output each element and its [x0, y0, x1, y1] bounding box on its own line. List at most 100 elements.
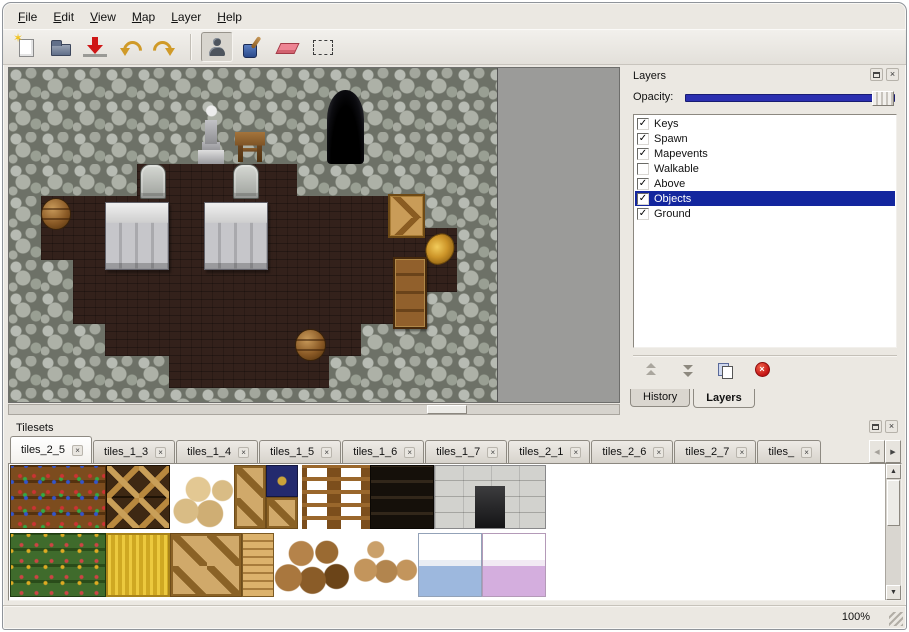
floor-tile[interactable]: [265, 292, 297, 324]
scroll-tabs-left-button[interactable]: ◀: [869, 440, 885, 463]
wall-tile[interactable]: [393, 388, 425, 402]
layer-row-objects[interactable]: ✓Objects: [635, 191, 895, 206]
wall-tile[interactable]: [9, 292, 41, 324]
wall-tile[interactable]: [9, 100, 41, 132]
floor-tile[interactable]: [105, 324, 137, 356]
wall-tile[interactable]: [425, 356, 457, 388]
floor-tile[interactable]: [201, 164, 233, 196]
tileset-item-shelf-dark[interactable]: [370, 465, 434, 529]
wall-tile[interactable]: [73, 388, 105, 402]
menu-item-view[interactable]: View: [83, 8, 123, 26]
floor-tile[interactable]: [265, 164, 297, 196]
scrollbar-thumb[interactable]: [427, 405, 467, 414]
tab-close-icon[interactable]: ×: [736, 447, 747, 458]
wall-tile[interactable]: [489, 196, 498, 228]
delete-layer-button[interactable]: ×: [750, 359, 774, 381]
tab-close-icon[interactable]: ×: [72, 445, 83, 456]
wall-tile[interactable]: [361, 356, 393, 388]
save-map-button[interactable]: [79, 32, 111, 62]
wall-tile[interactable]: [201, 388, 233, 402]
floor-tile[interactable]: [233, 324, 265, 356]
layer-list[interactable]: ✓Keys✓Spawn✓MapeventsWalkable✓Above✓Obje…: [633, 114, 897, 348]
wall-tile[interactable]: [297, 68, 329, 100]
layer-visibility-checkbox[interactable]: ✓: [637, 148, 649, 160]
floor-tile[interactable]: [297, 356, 329, 388]
tileset-tab-tiles_1_5[interactable]: tiles_1_5×: [259, 440, 341, 463]
wall-tile[interactable]: [9, 132, 41, 164]
duplicate-layer-button[interactable]: [713, 359, 737, 381]
wall-tile[interactable]: [297, 388, 329, 402]
tileset-item-bed-pink[interactable]: [482, 533, 546, 597]
map-canvas[interactable]: [9, 68, 498, 402]
floor-tile[interactable]: [329, 228, 361, 260]
wall-tile[interactable]: [425, 100, 457, 132]
wall-tile[interactable]: [489, 260, 498, 292]
close-layers-button[interactable]: ×: [886, 68, 899, 81]
layer-row-ground[interactable]: ✓Ground: [635, 206, 895, 221]
new-map-button[interactable]: [9, 32, 41, 62]
wall-tile[interactable]: [489, 228, 498, 260]
wall-tile[interactable]: [137, 388, 169, 402]
open-map-button[interactable]: [44, 32, 76, 62]
floor-tile[interactable]: [169, 292, 201, 324]
wall-tile[interactable]: [425, 164, 457, 196]
wall-tile[interactable]: [361, 132, 393, 164]
wall-tile[interactable]: [329, 164, 361, 196]
map-horizontal-scrollbar[interactable]: [8, 404, 620, 415]
wall-tile[interactable]: [169, 68, 201, 100]
wall-tile[interactable]: [137, 100, 169, 132]
map-object-barrel[interactable]: [41, 198, 71, 230]
wall-tile[interactable]: [105, 132, 137, 164]
wall-tile[interactable]: [329, 388, 361, 402]
floor-tile[interactable]: [73, 292, 105, 324]
wall-tile[interactable]: [9, 388, 41, 402]
close-tilesets-button[interactable]: ×: [885, 420, 898, 433]
tileset-item-planks[interactable]: [242, 533, 274, 597]
wall-tile[interactable]: [393, 68, 425, 100]
layer-visibility-checkbox[interactable]: ✓: [637, 208, 649, 220]
wall-tile[interactable]: [361, 68, 393, 100]
wall-tile[interactable]: [457, 132, 489, 164]
wall-tile[interactable]: [489, 164, 498, 196]
floor-tile[interactable]: [265, 196, 297, 228]
wall-tile[interactable]: [457, 292, 489, 324]
floor-tile[interactable]: [329, 324, 361, 356]
layer-row-walkable[interactable]: Walkable: [635, 161, 895, 176]
map-viewport[interactable]: [8, 67, 620, 403]
wall-tile[interactable]: [425, 196, 457, 228]
wall-tile[interactable]: [137, 68, 169, 100]
tileset-tab-tiles_2_1[interactable]: tiles_2_1×: [508, 440, 590, 463]
opacity-slider-handle[interactable]: [872, 91, 894, 106]
layer-row-above[interactable]: ✓Above: [635, 176, 895, 191]
wall-tile[interactable]: [489, 68, 498, 100]
map-object-tombstone[interactable]: [233, 164, 259, 199]
tileset-vertical-scrollbar[interactable]: ▲ ▼: [885, 464, 901, 600]
wall-tile[interactable]: [265, 68, 297, 100]
wall-tile[interactable]: [265, 388, 297, 402]
floor-tile[interactable]: [169, 228, 201, 260]
wall-tile[interactable]: [457, 356, 489, 388]
tab-close-icon[interactable]: ×: [404, 447, 415, 458]
wall-tile[interactable]: [297, 132, 329, 164]
wall-tile[interactable]: [9, 196, 41, 228]
tileset-tab-tiles_1_4[interactable]: tiles_1_4×: [176, 440, 258, 463]
wall-tile[interactable]: [489, 324, 498, 356]
floor-tile[interactable]: [201, 324, 233, 356]
wall-tile[interactable]: [265, 132, 297, 164]
tileset-tab-tiles_2_7[interactable]: tiles_2_7×: [674, 440, 756, 463]
opacity-slider[interactable]: [685, 94, 895, 102]
wall-tile[interactable]: [9, 260, 41, 292]
layer-visibility-checkbox[interactable]: ✓: [637, 133, 649, 145]
tileset-tab-tiles_2_5[interactable]: tiles_2_5×: [10, 436, 92, 463]
wall-tile[interactable]: [41, 388, 73, 402]
scroll-up-button[interactable]: ▲: [886, 464, 901, 479]
wall-tile[interactable]: [73, 100, 105, 132]
tileset-tab-tiles_1_7[interactable]: tiles_1_7×: [425, 440, 507, 463]
redo-button[interactable]: [149, 32, 181, 62]
move-layer-down-button[interactable]: [676, 359, 700, 381]
tileset-item-crate-tan[interactable]: [234, 465, 266, 529]
floor-tile[interactable]: [169, 356, 201, 388]
floor-tile[interactable]: [297, 196, 329, 228]
menu-item-map[interactable]: Map: [125, 8, 162, 26]
floor-tile[interactable]: [201, 292, 233, 324]
